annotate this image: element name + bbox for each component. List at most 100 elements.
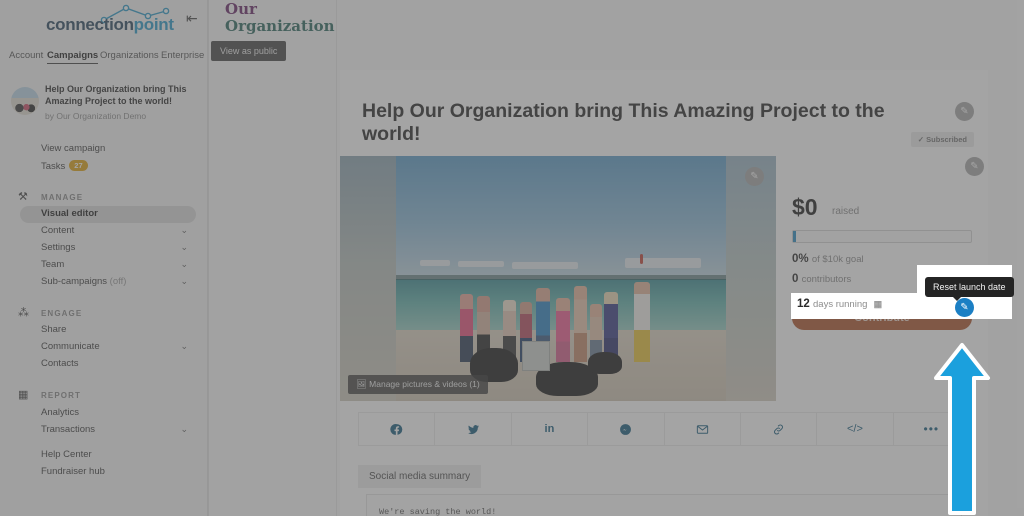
subscribed-label: Subscribed	[926, 135, 967, 144]
share-email-icon[interactable]	[665, 413, 741, 445]
progress-bar-fill	[793, 231, 796, 242]
campaign-byline: by Our Organization Demo	[45, 111, 147, 121]
share-link-icon[interactable]	[741, 413, 818, 445]
days-running-count: 12	[797, 298, 810, 310]
edit-title-pencil-icon[interactable]: ✎	[955, 102, 974, 121]
nav-item-organizations[interactable]: Organizations	[100, 50, 159, 61]
app-root: connectionpoint ⇤ Account Campaigns Orga…	[0, 0, 1024, 516]
photo-trash-bag	[588, 352, 622, 374]
manage-pictures-videos-button[interactable]: 🖼 Manage pictures & videos (1)	[348, 375, 488, 394]
sidebar-item-label: Contacts	[41, 358, 79, 369]
days-running-stat: 12 days running ▦	[797, 298, 882, 310]
progress-bar	[792, 230, 972, 243]
share-embed-code-icon[interactable]: </>	[817, 413, 894, 445]
photo-flag	[640, 254, 643, 264]
sidebar-item-label: Settings	[41, 242, 76, 253]
sidebar-item-content[interactable]: Content ⌄	[20, 223, 196, 240]
sidebar-item-share[interactable]: Share	[20, 322, 196, 339]
chevron-down-icon[interactable]: ⌄	[180, 341, 188, 352]
sidebar-link-help-center[interactable]: Help Center	[41, 449, 92, 460]
goal-percent-stat: 0% of $10k goal	[792, 253, 864, 265]
logo-word-connection: connection	[46, 15, 134, 34]
sidebar-item-label: Visual editor	[41, 208, 98, 219]
social-media-summary-tab[interactable]: Social media summary	[358, 465, 482, 488]
sidebar-item-contacts[interactable]: Contacts	[20, 356, 196, 373]
collapse-sidebar-icon[interactable]: ⇤	[186, 10, 198, 27]
top-navigation: Account Campaigns Organizations Enterpri…	[0, 50, 208, 70]
photo-person	[460, 293, 473, 362]
chevron-down-icon[interactable]: ⌄	[180, 242, 188, 253]
sidebar-item-label: Sub-campaigns (off)	[41, 276, 127, 287]
contributors-count: 0	[792, 273, 799, 285]
left-sidebar: connectionpoint ⇤ Account Campaigns Orga…	[0, 0, 208, 516]
sidebar-item-label: Communicate	[41, 341, 100, 352]
chevron-down-icon[interactable]: ⌄	[180, 259, 188, 270]
reset-launch-date-tooltip: Reset launch date	[925, 277, 1014, 301]
check-icon: ✓	[917, 135, 925, 144]
subscribed-badge[interactable]: ✓ Subscribed	[910, 132, 974, 147]
sidebar-item-label: Analytics	[41, 407, 80, 418]
sidebar-item-settings[interactable]: Settings ⌄	[20, 240, 196, 257]
social-media-summary-box[interactable]: We're saving the world!	[366, 494, 962, 516]
photo-boat	[458, 261, 504, 267]
sidebar-item-transactions[interactable]: Transactions ⌄	[20, 422, 196, 439]
sidebar-item-team[interactable]: Team ⌄	[20, 257, 196, 274]
sidebar-item-label: Transactions	[41, 424, 96, 435]
sidebar-section-report: REPORT	[41, 391, 81, 400]
chevron-down-icon[interactable]: ⌄	[180, 276, 188, 287]
campaign-title-sidebar: Help Our Organization bring This Amazing…	[45, 84, 187, 106]
page-title: Help Our Organization bring This Amazing…	[362, 100, 885, 146]
sidebar-item-analytics[interactable]: Analytics	[20, 405, 196, 422]
view-as-public-button[interactable]: View as public	[211, 41, 287, 61]
photo-person	[574, 285, 587, 362]
contributors-label: contributors	[801, 274, 852, 285]
organization-name: Our Organization	[225, 0, 335, 36]
sidebar-section-engage: ENGAGE	[41, 309, 83, 318]
nav-item-campaigns[interactable]: Campaigns	[47, 50, 99, 64]
photo-boat	[625, 258, 701, 268]
org-name-line1: Our	[225, 0, 257, 18]
goal-percent-value: 0%	[792, 253, 809, 265]
photo-boat	[512, 262, 578, 269]
sidebar-link-fundraiser-hub[interactable]: Fundraiser hub	[41, 466, 105, 477]
share-linkedin-icon[interactable]: in	[512, 413, 589, 445]
network-icon: ⁂	[18, 307, 29, 319]
edit-donation-pencil-icon[interactable]: ✎	[965, 157, 984, 176]
nav-item-enterprise[interactable]: Enterprise	[161, 50, 204, 61]
tasks-count-badge: 27	[69, 160, 88, 171]
org-name-line2: Organization	[225, 17, 335, 36]
goal-text: of $10k goal	[811, 254, 864, 265]
connectionpoint-logo[interactable]: connectionpoint	[46, 4, 176, 36]
amount-raised: $0	[792, 194, 818, 220]
share-twitter-icon[interactable]	[435, 413, 512, 445]
sidebar-item-communicate[interactable]: Communicate ⌄	[20, 339, 196, 356]
campaign-hero-image[interactable]: 🖼 Manage pictures & videos (1) ✎	[340, 156, 776, 401]
social-media-summary-text: We're saving the world!	[379, 507, 497, 516]
chevron-down-icon[interactable]: ⌄	[180, 424, 188, 435]
photo-boat	[420, 260, 450, 266]
photo-person	[556, 297, 570, 362]
photo-blur-right	[726, 156, 776, 401]
calendar-icon[interactable]: ▦	[874, 299, 883, 309]
amount-raised-label: raised	[832, 206, 860, 217]
days-running-label: days running	[813, 299, 868, 310]
nav-item-account[interactable]: Account	[9, 50, 43, 61]
sidebar-item-visual-editor[interactable]: Visual editor	[20, 206, 196, 223]
chevron-down-icon[interactable]: ⌄	[180, 225, 188, 236]
tools-icon: ⚒	[18, 191, 28, 203]
logo-word-point: point	[133, 15, 174, 34]
share-facebook-icon[interactable]	[359, 413, 436, 445]
annotation-arrow-icon	[934, 343, 990, 515]
sidebar-item-sub-campaigns[interactable]: Sub-campaigns (off) ⌄	[20, 274, 196, 291]
sidebar-link-view-campaign[interactable]: View campaign	[41, 143, 105, 154]
photo-person	[634, 281, 650, 362]
image-icon: 🖼	[356, 379, 367, 389]
edit-image-pencil-icon[interactable]: ✎	[745, 167, 764, 186]
sidebar-link-tasks[interactable]: Tasks 27	[41, 160, 88, 172]
sidebar-item-label: Share	[41, 324, 67, 335]
bar-chart-icon: ▦	[18, 389, 29, 401]
photo-shoreline	[396, 274, 726, 280]
campaign-avatar	[11, 87, 39, 115]
share-messenger-icon[interactable]	[588, 413, 665, 445]
sidebar-item-label: Content	[41, 225, 75, 236]
